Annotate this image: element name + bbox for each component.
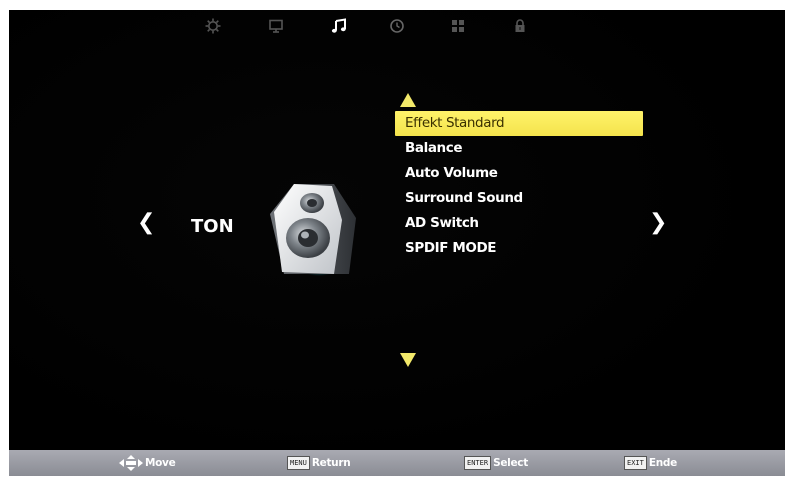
- help-move-label: Move: [145, 457, 176, 469]
- section-title: TON: [191, 216, 234, 237]
- help-exit-label: Ende: [648, 457, 677, 469]
- tv-menu-screen: ❮ TON Effekt Standard Balance Auto Volum…: [9, 10, 785, 476]
- scroll-up-arrow-icon[interactable]: [399, 92, 417, 108]
- music-note-icon[interactable]: [331, 18, 347, 34]
- menu-item-spdif-mode[interactable]: SPDIF MODE: [395, 236, 643, 261]
- exit-key: EXIT: [624, 456, 647, 470]
- help-bar: Move MENU Return ENTER Select EXIT Ende: [9, 450, 785, 476]
- menu-item-balance[interactable]: Balance: [395, 136, 643, 161]
- menu-item-surround-sound[interactable]: Surround Sound: [395, 186, 643, 211]
- lock-icon[interactable]: [512, 18, 528, 34]
- direction-keys-icon: [119, 455, 143, 471]
- help-return-label: Return: [311, 457, 351, 469]
- help-select-label: Select: [493, 457, 528, 469]
- grid-icon[interactable]: [450, 18, 466, 34]
- scroll-down-arrow-icon[interactable]: [399, 352, 417, 368]
- help-move: Move: [119, 454, 176, 472]
- help-exit: EXIT Ende: [624, 454, 677, 472]
- previous-section-arrow[interactable]: ❮: [137, 212, 155, 234]
- menu-item-auto-volume[interactable]: Auto Volume: [395, 161, 643, 186]
- sound-settings-menu: Effekt Standard Balance Auto Volume Surr…: [395, 111, 643, 261]
- clock-icon[interactable]: [389, 18, 405, 34]
- menu-item-ad-switch[interactable]: AD Switch: [395, 211, 643, 236]
- gear-icon[interactable]: [205, 18, 221, 34]
- next-section-arrow[interactable]: ❯: [649, 212, 667, 234]
- help-select: ENTER Select: [464, 454, 528, 472]
- category-bar: [9, 10, 785, 44]
- enter-key: ENTER: [464, 456, 492, 470]
- menu-key: MENU: [287, 456, 310, 470]
- monitor-icon[interactable]: [268, 18, 284, 34]
- menu-item-effekt-standard[interactable]: Effekt Standard: [395, 111, 643, 136]
- help-return: MENU Return: [287, 454, 351, 472]
- speaker-icon: [264, 178, 364, 288]
